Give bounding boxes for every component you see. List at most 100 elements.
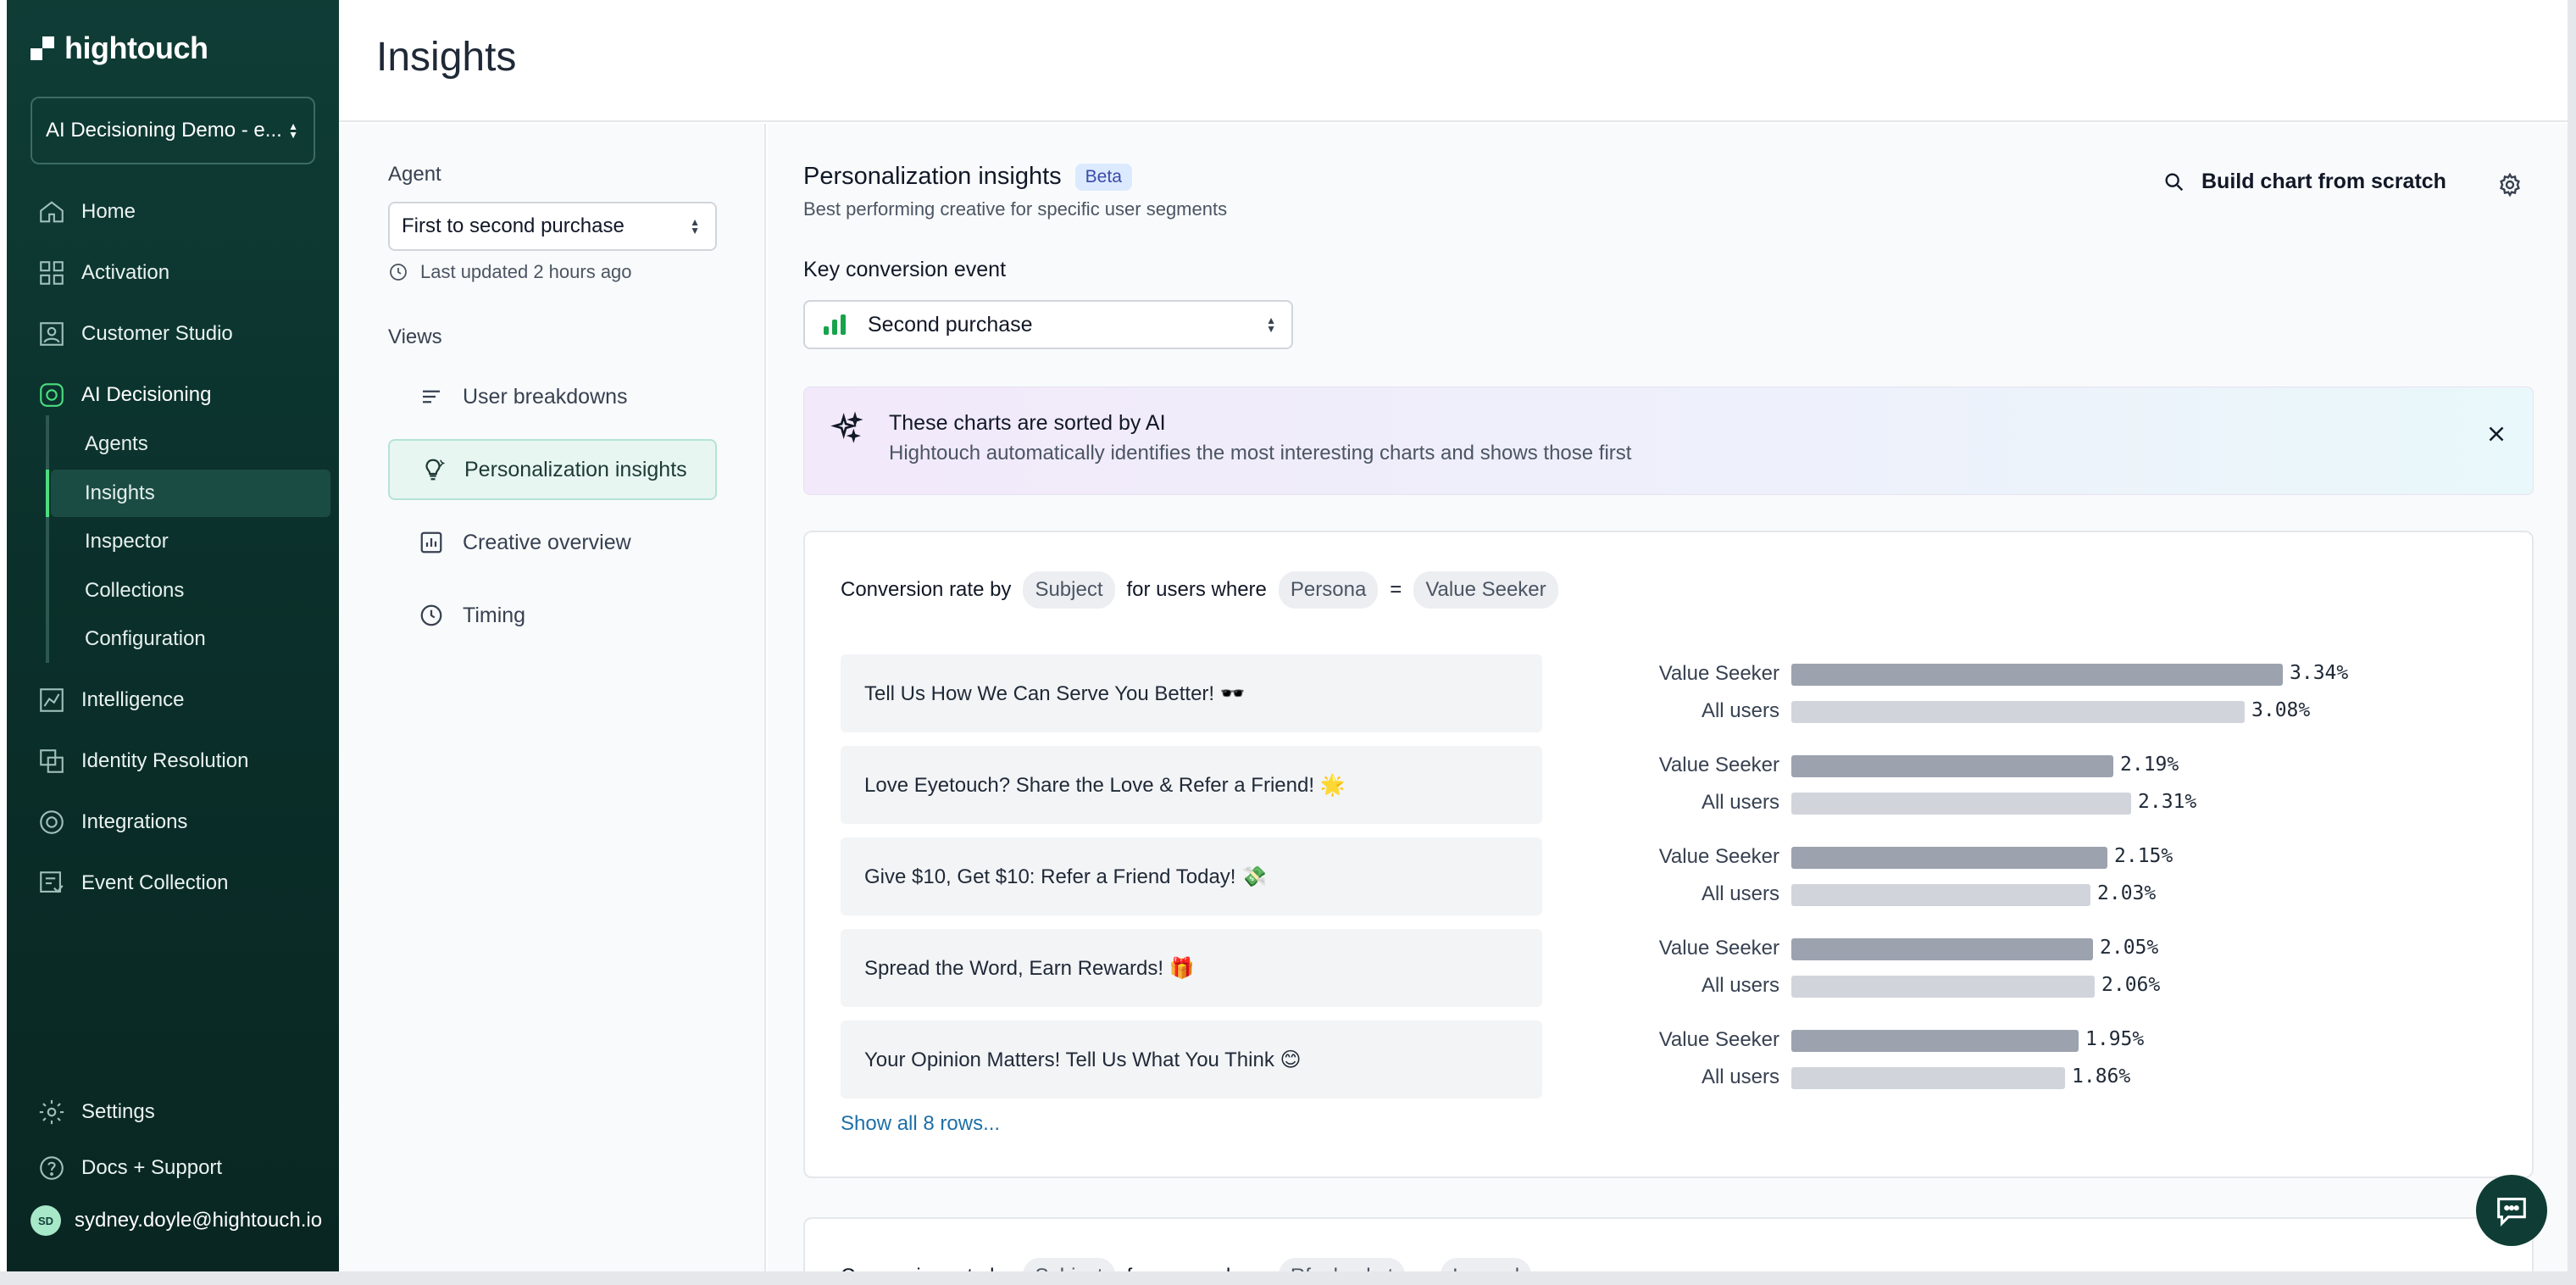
subnav-item-insights[interactable]: Insights bbox=[46, 470, 330, 517]
beta-badge: Beta bbox=[1074, 163, 1132, 191]
identity-resolution-icon bbox=[40, 749, 64, 773]
subnav-item-collections[interactable]: Collections bbox=[51, 567, 330, 615]
build-chart-button[interactable]: Build chart from scratch bbox=[2162, 170, 2446, 194]
bar-value-label: 2.03% bbox=[2097, 882, 2157, 904]
help-icon bbox=[40, 1156, 64, 1180]
subnav-divider bbox=[46, 415, 49, 663]
creative-row[interactable]: Your Opinion Matters! Tell Us What You T… bbox=[841, 1021, 1542, 1099]
clock-icon bbox=[390, 264, 407, 281]
view-creative-overview[interactable]: Creative overview bbox=[388, 512, 717, 573]
logo[interactable]: hightouch bbox=[31, 31, 208, 66]
creative-row[interactable]: Tell Us How We Can Serve You Better! 🕶️ bbox=[841, 654, 1542, 732]
sidebar-item-event-collection[interactable]: Event Collection bbox=[25, 859, 330, 907]
card-query: Conversion rate by Subject for users whe… bbox=[841, 571, 1558, 609]
agent-label: Agent bbox=[388, 163, 441, 186]
sidebar-item-identity-resolution[interactable]: Identity Resolution bbox=[25, 737, 330, 785]
bar-mark[interactable] bbox=[1791, 1030, 2079, 1052]
sidebar-item-label: Settings bbox=[81, 1100, 155, 1123]
settings-icon bbox=[39, 1099, 64, 1125]
subnav-item-configuration[interactable]: Configuration bbox=[51, 615, 330, 663]
bar-series-label: All users bbox=[1701, 882, 1779, 905]
logo-text: hightouch bbox=[64, 31, 208, 65]
customer-studio-icon bbox=[40, 322, 64, 346]
bar-mark[interactable] bbox=[1791, 1067, 2065, 1089]
window-frame bbox=[2568, 0, 2576, 1285]
bar-value-label: 1.95% bbox=[2085, 1028, 2145, 1050]
ai-sorted-banner: These charts are sorted by AI Hightouch … bbox=[803, 387, 2534, 495]
sidebar-item-customer-studio[interactable]: Customer Studio bbox=[25, 310, 330, 358]
view-user-breakdowns[interactable]: User breakdowns bbox=[388, 366, 717, 427]
sidebar-item-label: Intelligence bbox=[81, 688, 185, 711]
chevron-updown-icon: ▲ ▼ bbox=[288, 120, 298, 141]
bar-series-label: Value Seeker bbox=[1658, 662, 1779, 685]
user-menu[interactable]: SD sydney.doyle@hightouch.io bbox=[31, 1205, 322, 1236]
sidebar-item-intelligence[interactable]: Intelligence bbox=[25, 676, 330, 724]
gear-icon[interactable] bbox=[2496, 171, 2523, 198]
creative-row[interactable]: Spread the Word, Earn Rewards! 🎁 bbox=[841, 929, 1542, 1007]
bar-mark[interactable] bbox=[1791, 847, 2107, 869]
bar-mark[interactable] bbox=[1791, 884, 2090, 906]
lightbulb-icon bbox=[425, 459, 446, 481]
view-timing[interactable]: Timing bbox=[388, 585, 717, 646]
bar-mark[interactable] bbox=[1791, 755, 2113, 777]
bar-mark[interactable] bbox=[1791, 938, 2093, 960]
bar-series-label: Value Seeker bbox=[1658, 754, 1779, 776]
section-subtitle: Best performing creative for specific us… bbox=[803, 198, 1228, 220]
bar-mark[interactable] bbox=[1791, 664, 2283, 686]
workspace-name: AI Decisioning Demo - e... bbox=[46, 119, 282, 142]
ai-decisioning-icon bbox=[40, 383, 64, 407]
bar-value-label: 3.34% bbox=[2290, 662, 2349, 684]
activation-icon bbox=[40, 261, 64, 285]
chart-icon bbox=[420, 531, 442, 553]
chat-button[interactable] bbox=[2476, 1175, 2547, 1246]
bar-value-label: 2.06% bbox=[2101, 974, 2161, 996]
insight-card: Conversion rate by Subject for users whe… bbox=[803, 531, 2534, 1178]
key-event-select[interactable]: Second purchase ▲ ▼ bbox=[803, 300, 1293, 349]
chevron-updown-icon: ▲ ▼ bbox=[690, 216, 700, 236]
agent-select-value: First to second purchase bbox=[402, 214, 625, 237]
sidebar-item-activation[interactable]: Activation bbox=[25, 249, 330, 297]
dimension-chip[interactable]: Subject bbox=[1023, 571, 1115, 609]
view-personalization-insights[interactable]: Personalization insights bbox=[388, 439, 717, 500]
bar-value-label: 3.08% bbox=[2251, 699, 2311, 721]
sidebar-item-ai-decisioning[interactable]: AI Decisioning bbox=[25, 371, 330, 419]
bar-value-label: 2.19% bbox=[2120, 754, 2179, 776]
subnav-item-agents[interactable]: Agents bbox=[51, 420, 330, 468]
bar-mark[interactable] bbox=[1791, 793, 2131, 815]
integrations-icon bbox=[40, 810, 64, 834]
bar-mark[interactable] bbox=[1791, 701, 2245, 723]
event-collection-icon bbox=[40, 871, 64, 893]
sidebar-item-home[interactable]: Home bbox=[25, 188, 330, 236]
sidebar-item-label: Event Collection bbox=[81, 871, 229, 894]
bar-series-label: All users bbox=[1701, 974, 1779, 997]
show-all-rows-link[interactable]: Show all 8 rows... bbox=[841, 1112, 1000, 1136]
search-icon bbox=[2165, 173, 2184, 191]
creative-row[interactable]: Give $10, Get $10: Refer a Friend Today!… bbox=[841, 837, 1542, 915]
close-icon[interactable] bbox=[2484, 421, 2509, 447]
banner-title: These charts are sorted by AI bbox=[889, 411, 1166, 435]
sidebar-item-label: Docs + Support bbox=[81, 1156, 223, 1179]
creative-row[interactable]: Love Eyetouch? Share the Love & Refer a … bbox=[841, 746, 1542, 824]
sidebar-item-label: Home bbox=[81, 200, 136, 223]
agent-select[interactable]: First to second purchase ▲ ▼ bbox=[388, 202, 717, 251]
filter-key-chip[interactable]: Persona bbox=[1278, 571, 1379, 609]
bar-series-label: Value Seeker bbox=[1658, 937, 1779, 960]
bar-series-label: All users bbox=[1701, 699, 1779, 722]
chevron-updown-icon: ▲ ▼ bbox=[1266, 314, 1276, 335]
avatar: SD bbox=[31, 1205, 61, 1236]
chat-icon bbox=[2497, 1198, 2526, 1227]
bar-value-label: 1.86% bbox=[2072, 1065, 2131, 1088]
subnav-item-inspector[interactable]: Inspector bbox=[51, 518, 330, 565]
sidebar-item-settings[interactable]: Settings bbox=[25, 1088, 330, 1136]
workspace-switcher[interactable]: AI Decisioning Demo - e... ▲ ▼ bbox=[31, 97, 315, 164]
bar-series-label: All users bbox=[1701, 791, 1779, 814]
sidebar-item-integrations[interactable]: Integrations bbox=[25, 798, 330, 846]
views-label: Views bbox=[388, 325, 442, 348]
bar-series-label: Value Seeker bbox=[1658, 1028, 1779, 1051]
bar-mark[interactable] bbox=[1791, 976, 2095, 998]
bar-series-label: Value Seeker bbox=[1658, 845, 1779, 868]
filter-value-chip[interactable]: Value Seeker bbox=[1413, 571, 1558, 609]
intelligence-icon bbox=[40, 688, 64, 712]
sparkle-icon bbox=[830, 411, 863, 443]
sidebar-item-docs-support[interactable]: Docs + Support bbox=[25, 1144, 330, 1192]
